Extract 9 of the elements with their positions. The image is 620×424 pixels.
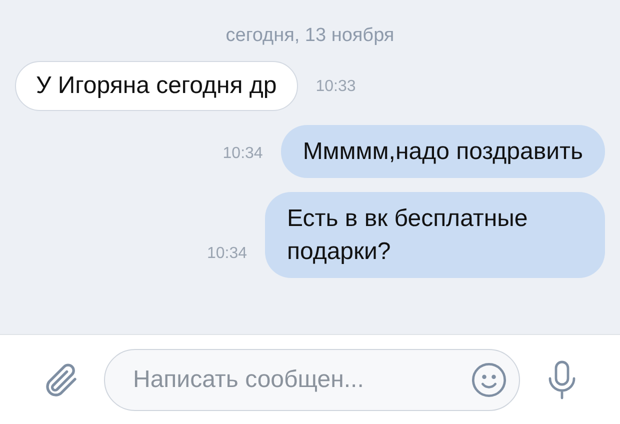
message-field[interactable]: Написать сообщен...: [104, 348, 520, 410]
message-time: 10:33: [316, 76, 356, 96]
date-header: сегодня, 13 ноября: [226, 24, 394, 48]
incoming-message: У Игоряна сегодня др: [15, 60, 298, 110]
message-time: 10:34: [222, 144, 263, 164]
outgoing-message: Ммммм,надо поздравить: [280, 124, 605, 178]
smiley-icon[interactable]: [470, 360, 508, 398]
outgoing-message: Есть в вк бесплатные подарки?: [265, 192, 605, 278]
message-time: 10:34: [206, 244, 247, 264]
